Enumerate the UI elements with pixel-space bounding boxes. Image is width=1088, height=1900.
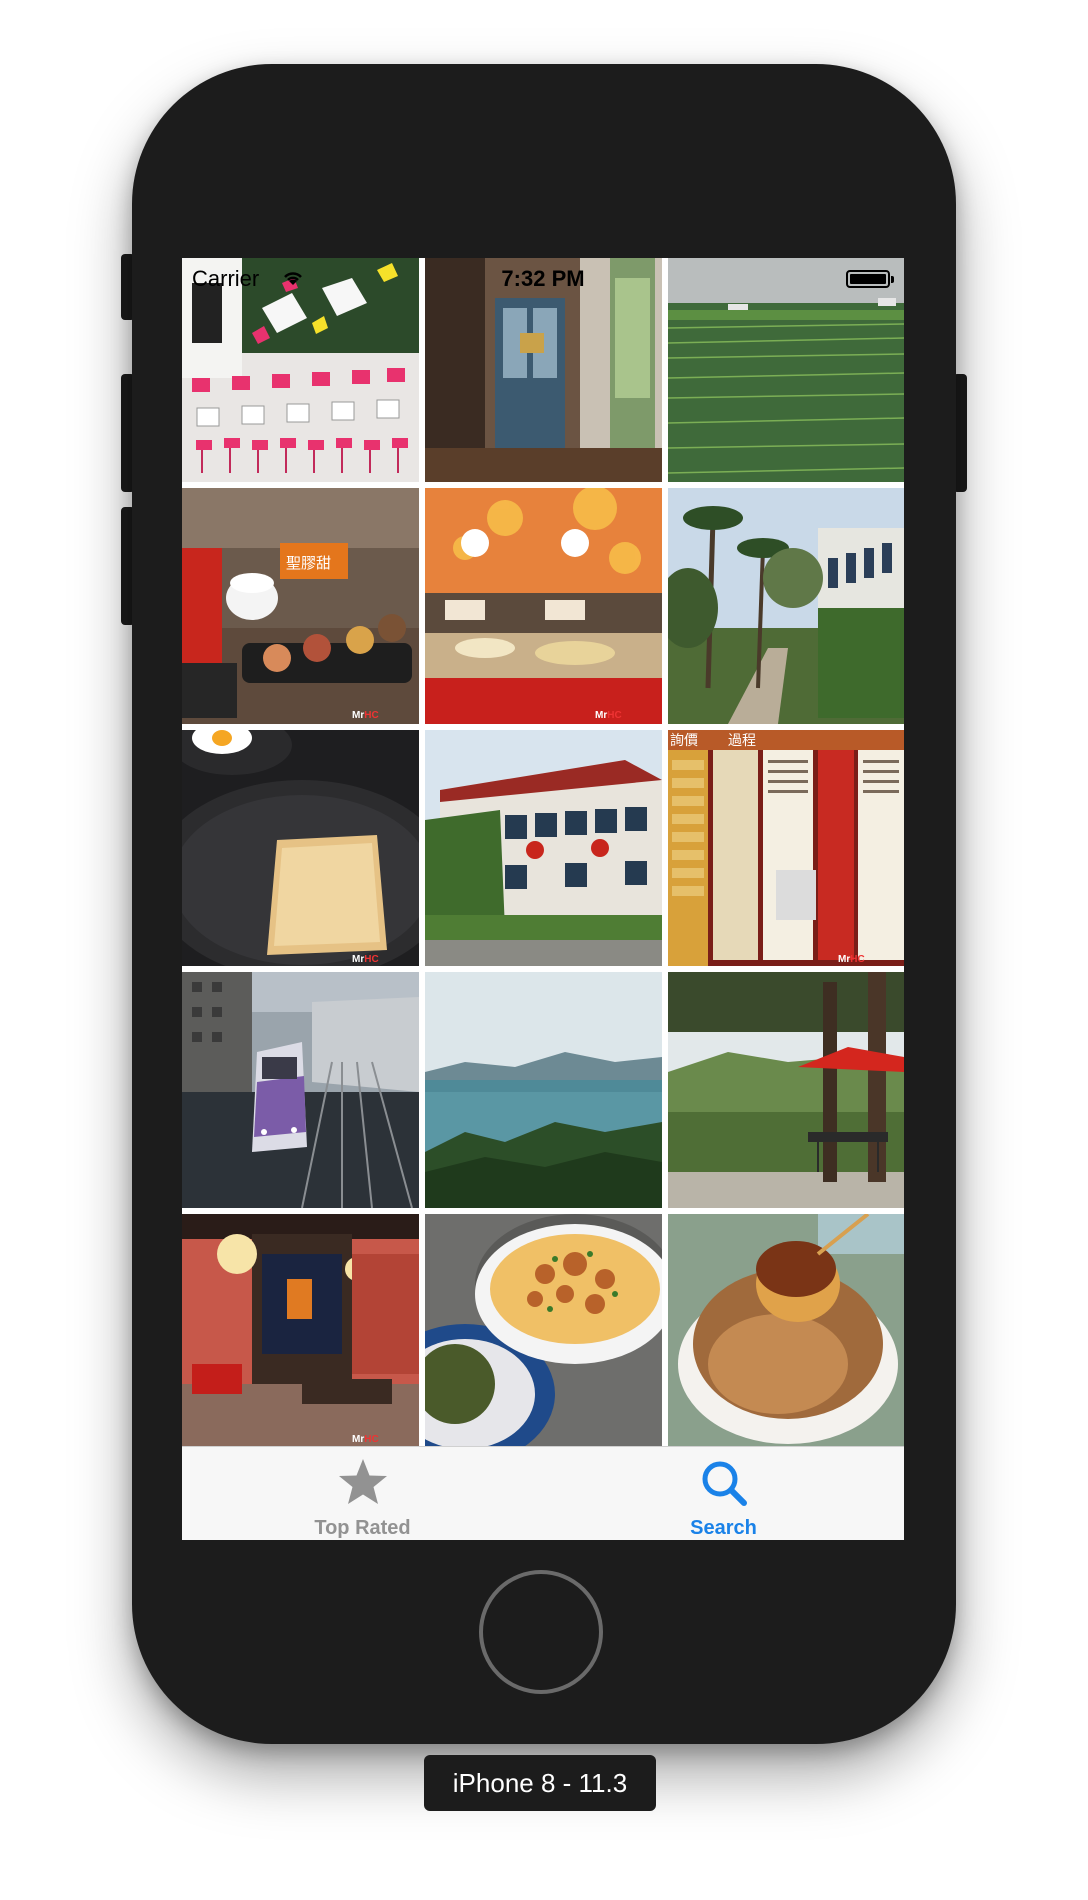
svg-text:聖膠甜: 聖膠甜 [286, 554, 331, 572]
svg-text:詢價: 詢價 [670, 732, 698, 749]
app-screen: 聖膠甜 MrHC MrHC MrHC 詢價 過程 MrHC MrHC Carri… [182, 258, 904, 1540]
photo-thumbnail: 聖膠甜 MrHC [182, 488, 419, 724]
photo-thumbnail [668, 488, 904, 724]
tab-search[interactable]: Search [543, 1447, 904, 1540]
photo-thumbnail [425, 730, 662, 966]
photo-thumbnail [668, 972, 904, 1208]
photo-cell[interactable] [668, 972, 904, 1208]
photo-cell[interactable] [668, 258, 904, 482]
tab-bar: Top Rated Search [182, 1446, 904, 1540]
photo-cell[interactable] [425, 258, 662, 482]
tab-label: Search [690, 1517, 757, 1539]
photo-thumbnail: 詢價 過程 MrHC [668, 730, 904, 966]
photo-thumbnail: MrHC [182, 730, 419, 966]
photo-cell[interactable] [182, 258, 419, 482]
svg-text:MrHC: MrHC [838, 954, 865, 965]
star-icon [335, 1455, 391, 1511]
device-name-label: iPhone 8 - 11.3 [424, 1755, 656, 1811]
photo-cell[interactable]: MrHC [182, 1214, 419, 1446]
photo-thumbnail [425, 1214, 662, 1446]
svg-text:MrHC: MrHC [352, 1434, 379, 1445]
photo-thumbnail [425, 972, 662, 1208]
photo-cell[interactable]: 詢價 過程 MrHC [668, 730, 904, 966]
simulator-window: 聖膠甜 MrHC MrHC MrHC 詢價 過程 MrHC MrHC Carri… [0, 0, 1088, 1900]
photo-grid[interactable]: 聖膠甜 MrHC MrHC MrHC 詢價 過程 MrHC MrHC [182, 258, 904, 1446]
svg-text:MrHC: MrHC [595, 710, 622, 721]
photo-thumbnail [182, 972, 419, 1208]
photo-cell[interactable]: MrHC [182, 730, 419, 966]
svg-text:過程: 過程 [728, 733, 756, 749]
svg-text:MrHC: MrHC [352, 710, 379, 721]
photo-cell[interactable] [668, 488, 904, 724]
photo-thumbnail [668, 258, 904, 482]
photo-thumbnail [182, 258, 419, 482]
home-button[interactable] [479, 1570, 603, 1694]
photo-thumbnail: MrHC [182, 1214, 419, 1446]
photo-cell[interactable] [425, 730, 662, 966]
photo-cell[interactable] [425, 972, 662, 1208]
photo-cell[interactable]: 聖膠甜 MrHC [182, 488, 419, 724]
tab-label: Top Rated [314, 1517, 411, 1539]
search-icon [696, 1455, 752, 1511]
photo-thumbnail: MrHC [425, 488, 662, 724]
photo-thumbnail [668, 1214, 904, 1446]
tab-top-rated[interactable]: Top Rated [182, 1447, 543, 1540]
photo-thumbnail [425, 258, 662, 482]
photo-cell[interactable] [425, 1214, 662, 1446]
photo-cell[interactable] [182, 972, 419, 1208]
svg-text:MrHC: MrHC [352, 954, 379, 965]
photo-cell[interactable]: MrHC [425, 488, 662, 724]
photo-cell[interactable] [668, 1214, 904, 1446]
